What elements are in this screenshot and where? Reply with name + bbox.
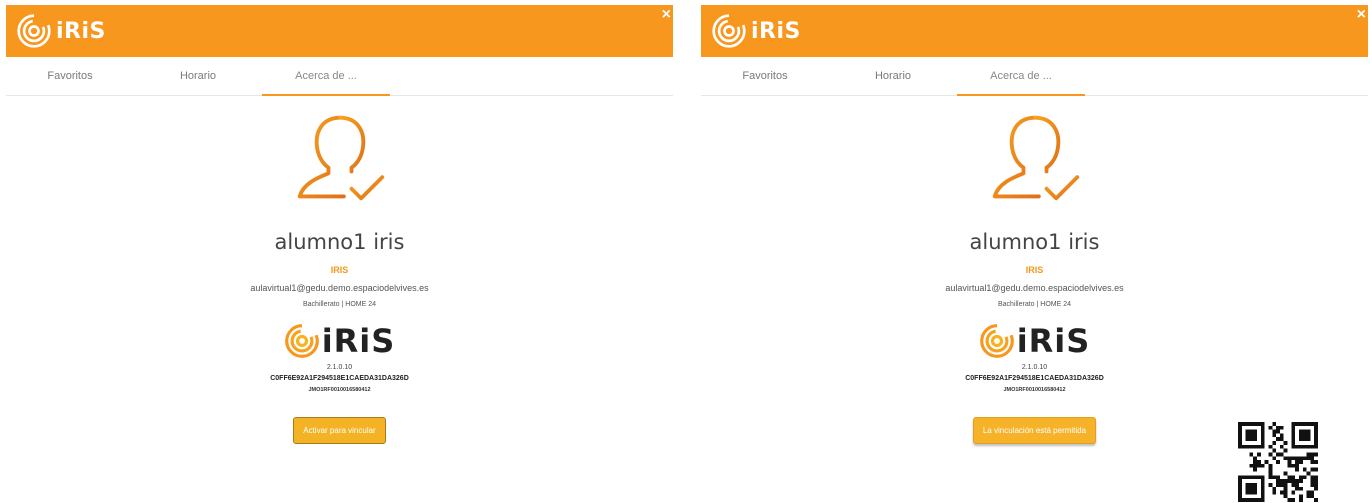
- device-id: JMO1RF0010016580412: [308, 387, 371, 393]
- qr-code[interactable]: [1238, 422, 1318, 502]
- user-name: alumno1 iris: [969, 230, 1100, 254]
- user-email: aulavirtual1@gedu.demo.espaciodelvives.e…: [250, 283, 429, 293]
- tab-horario[interactable]: Horario: [829, 57, 957, 96]
- tab-horario[interactable]: Horario: [134, 57, 262, 96]
- iris-logo-icon: [17, 14, 51, 48]
- tab-favoritos[interactable]: Favoritos: [701, 57, 829, 96]
- device-id: JMO1RF0010016580412: [1003, 387, 1066, 393]
- app-header: iRiS ×: [6, 5, 673, 57]
- iris-logo-icon: [284, 324, 319, 358]
- app-hash: C0FF6E92A1F294518E1CAEDA31DA326D: [270, 375, 409, 382]
- user-course: Bachillerato | HOME 24: [997, 301, 1071, 308]
- user-course: Bachillerato | HOME 24: [302, 301, 376, 308]
- app-hash: C0FF6E92A1F294518E1CAEDA31DA326D: [965, 375, 1104, 382]
- about-panel-left: iRiS × Favoritos Horario Acerca de ... a…: [6, 0, 673, 503]
- tab-bar: Favoritos Horario Acerca de ...: [6, 57, 673, 96]
- app-logo: iRiS: [16, 13, 106, 49]
- tab-acerca-de[interactable]: Acerca de ...: [262, 57, 390, 96]
- app-version: 2.1.0.10: [1021, 364, 1048, 371]
- close-icon[interactable]: ×: [1357, 7, 1366, 23]
- iris-logo-icon: [712, 14, 746, 48]
- tab-favoritos[interactable]: Favoritos: [6, 57, 134, 96]
- tab-bar: Favoritos Horario Acerca de ...: [701, 57, 1368, 96]
- brand-logo: iRiS: [6, 321, 673, 361]
- about-content: alumno1 iris IRIS aulavirtual1@gedu.demo…: [6, 100, 673, 444]
- user-name: alumno1 iris: [274, 230, 405, 254]
- app-name: iRiS: [56, 18, 106, 44]
- user-org: IRIS: [330, 265, 349, 275]
- about-panel-right: iRiS × Favoritos Horario Acerca de ... a…: [701, 0, 1368, 503]
- tab-acerca-de[interactable]: Acerca de ...: [957, 57, 1085, 96]
- user-email: aulavirtual1@gedu.demo.espaciodelvives.e…: [945, 283, 1124, 293]
- brand-logo: iRiS: [701, 321, 1368, 361]
- app-logo: iRiS: [711, 13, 801, 49]
- user-check-icon: [297, 115, 384, 201]
- iris-logo-icon: [979, 324, 1014, 358]
- link-permitted-button[interactable]: La vinculación está permitida: [972, 417, 1097, 444]
- close-icon[interactable]: ×: [662, 7, 671, 23]
- brand-name: iRiS: [1016, 322, 1091, 360]
- user-check-icon: [992, 115, 1079, 201]
- user-org: IRIS: [1025, 265, 1044, 275]
- brand-name: iRiS: [321, 322, 396, 360]
- app-header: iRiS ×: [701, 5, 1368, 57]
- app-version: 2.1.0.10: [326, 364, 353, 371]
- app-name: iRiS: [751, 18, 801, 44]
- activate-link-button[interactable]: Activar para vincular: [293, 417, 386, 444]
- about-content: alumno1 iris IRIS aulavirtual1@gedu.demo…: [701, 100, 1368, 444]
